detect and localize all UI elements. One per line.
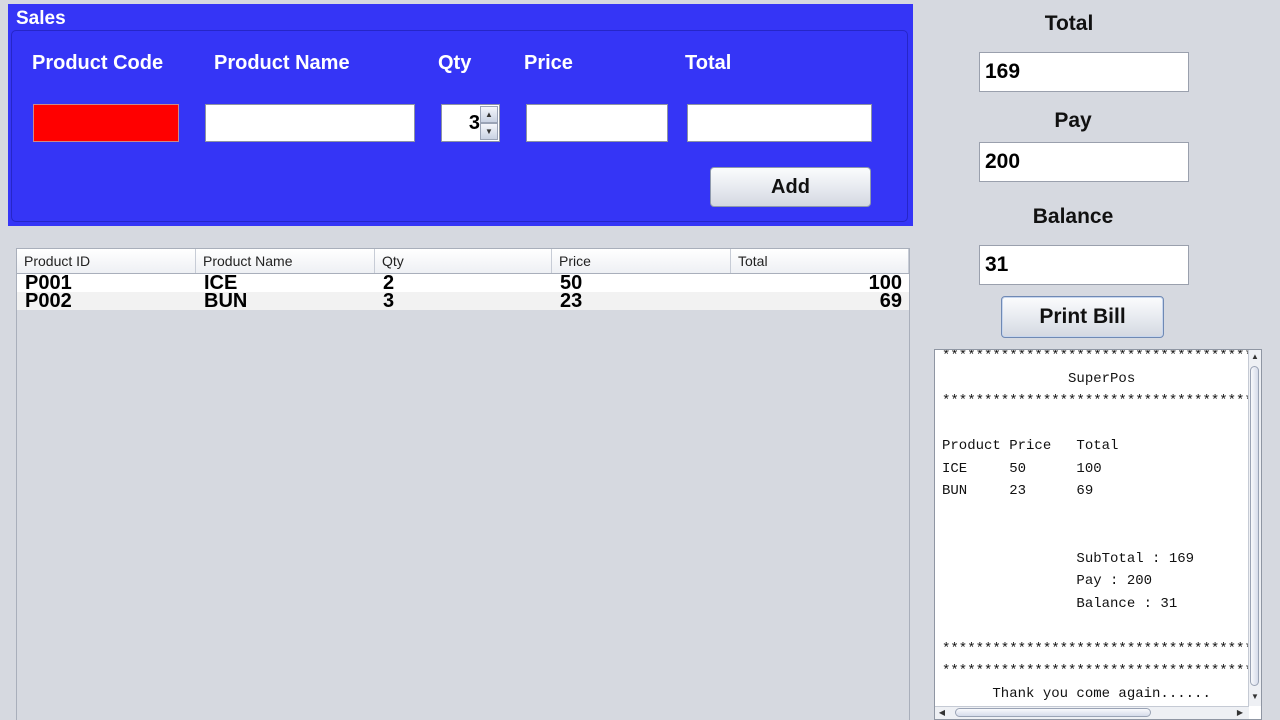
total-label: Total [685,52,732,74]
cell-price: 23 [560,292,583,310]
scroll-down-arrow-icon[interactable]: ▼ [1250,692,1260,702]
qty-up-arrow-icon[interactable]: ▲ [480,106,498,123]
table-header: Product ID Product Name Qty Price Total [17,249,909,274]
cell-product-name: ICE [204,274,238,292]
receipt-vertical-scroll-thumb[interactable] [1250,366,1259,686]
column-header-price[interactable]: Price [552,249,731,273]
pay-label: Pay [1054,109,1092,132]
sales-panel-title: Sales [16,8,66,29]
cell-product-id: P001 [25,274,72,292]
balance-label: Balance [1032,205,1114,228]
receipt-vertical-scrollbar[interactable]: ▲ ▼ [1248,350,1261,706]
summary-total-input[interactable] [979,52,1189,92]
table-row[interactable]: P002 BUN 3 23 69 [17,292,909,310]
summary-total-label: Total [1044,12,1094,35]
qty-down-arrow-icon[interactable]: ▼ [480,123,498,140]
cell-product-id: P002 [25,292,72,310]
cell-total: 69 [879,292,902,310]
receipt-text: ****************************************… [942,349,1261,702]
receipt-horizontal-scrollbar[interactable]: ◀ ▶ [935,706,1249,719]
product-code-input[interactable] [33,104,179,142]
print-bill-button[interactable]: Print Bill [1001,296,1164,338]
cell-product-name: BUN [204,292,248,310]
column-header-total[interactable]: Total [731,249,909,273]
cell-price: 50 [560,274,583,292]
column-header-product-name[interactable]: Product Name [196,249,375,273]
scroll-left-arrow-icon[interactable]: ◀ [937,708,947,718]
qty-value[interactable]: 3 [442,105,480,141]
balance-input[interactable] [979,245,1189,285]
qty-label: Qty [438,52,472,74]
product-code-label: Product Code [32,52,164,74]
product-name-input[interactable] [205,104,415,142]
column-header-product-id[interactable]: Product ID [17,249,196,273]
cell-qty: 2 [383,274,395,292]
pay-input[interactable] [979,142,1189,182]
sales-window: Sales Product Code Product Name Qty Pric… [0,0,1280,720]
price-input[interactable] [526,104,668,142]
table-row[interactable]: P001 ICE 2 50 100 [17,274,909,292]
sales-table[interactable]: Product ID Product Name Qty Price Total … [16,248,910,720]
qty-spinner[interactable]: 3 ▲ ▼ [441,104,500,142]
product-name-label: Product Name [214,52,350,74]
receipt-textarea[interactable]: ****************************************… [934,349,1262,720]
receipt-horizontal-scroll-thumb[interactable] [955,708,1151,717]
cell-total: 100 [868,274,902,292]
add-button[interactable]: Add [710,167,871,207]
cell-qty: 3 [383,292,395,310]
scroll-right-arrow-icon[interactable]: ▶ [1235,708,1245,718]
scroll-up-arrow-icon[interactable]: ▲ [1250,352,1260,362]
column-header-qty[interactable]: Qty [375,249,552,273]
price-label: Price [524,52,573,74]
total-input[interactable] [687,104,872,142]
